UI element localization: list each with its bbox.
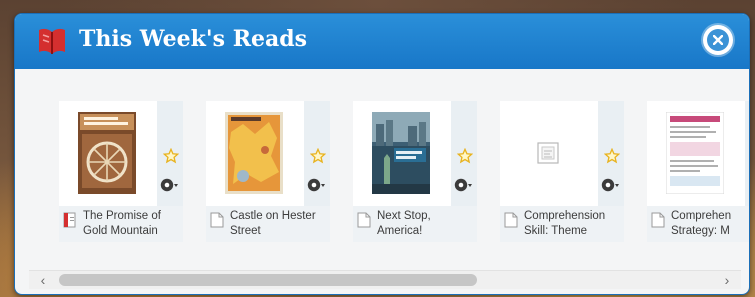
gear-icon[interactable]	[159, 177, 181, 193]
gear-icon[interactable]	[453, 177, 475, 193]
tile-preview	[206, 101, 330, 206]
horizontal-scrollbar[interactable]: ‹ ›	[29, 270, 741, 289]
close-button[interactable]	[703, 25, 733, 55]
resource-carousel: The Promise of Gold Mountain Castle on H…	[15, 69, 749, 269]
tile-preview	[59, 101, 183, 206]
resource-title[interactable]: Next Stop, America!	[377, 209, 475, 239]
close-icon	[707, 29, 729, 51]
star-icon[interactable]	[604, 148, 620, 164]
dialog-header: This Week's Reads	[15, 14, 749, 69]
resource-tile[interactable]: Next Stop, America!	[353, 101, 477, 243]
document-icon	[651, 212, 665, 228]
worksheet-page-thumbnail	[666, 112, 724, 194]
resource-title[interactable]: The Promise of Gold Mountain	[83, 209, 181, 239]
resource-tile[interactable]: Comprehen Strategy: M	[647, 101, 749, 243]
book-icon	[63, 212, 76, 228]
resource-title[interactable]: Comprehension Skill: Theme	[524, 209, 622, 239]
scroll-left-arrow[interactable]: ‹	[33, 271, 53, 289]
resource-title[interactable]: Comprehen Strategy: M	[671, 209, 749, 239]
star-icon[interactable]	[457, 148, 473, 164]
book-cover-next-stop-america	[372, 112, 430, 194]
resource-tile[interactable]: The Promise of Gold Mountain	[59, 101, 183, 243]
dialog-title: This Week's Reads	[79, 26, 308, 52]
resource-tile[interactable]: Comprehension Skill: Theme	[500, 101, 624, 243]
gear-icon[interactable]	[600, 177, 622, 193]
resource-tile[interactable]: Castle on Hester Street	[206, 101, 330, 243]
scrollbar-thumb[interactable]	[59, 274, 477, 286]
tile-preview	[647, 101, 749, 206]
document-icon	[504, 212, 518, 228]
resource-title[interactable]: Castle on Hester Street	[230, 209, 328, 239]
book-icon	[39, 28, 65, 54]
gear-icon[interactable]	[306, 177, 328, 193]
document-placeholder-icon	[537, 142, 559, 164]
tile-preview	[500, 101, 624, 206]
book-cover-castle-hester-street	[225, 112, 283, 194]
star-icon[interactable]	[163, 148, 179, 164]
document-icon	[357, 212, 371, 228]
book-cover-gold-mountain	[78, 112, 136, 194]
scroll-right-arrow[interactable]: ›	[717, 271, 737, 289]
document-icon	[210, 212, 224, 228]
reads-dialog: This Week's Reads The Promise of Gold Mo…	[14, 13, 750, 295]
tile-preview	[353, 101, 477, 206]
star-icon[interactable]	[310, 148, 326, 164]
